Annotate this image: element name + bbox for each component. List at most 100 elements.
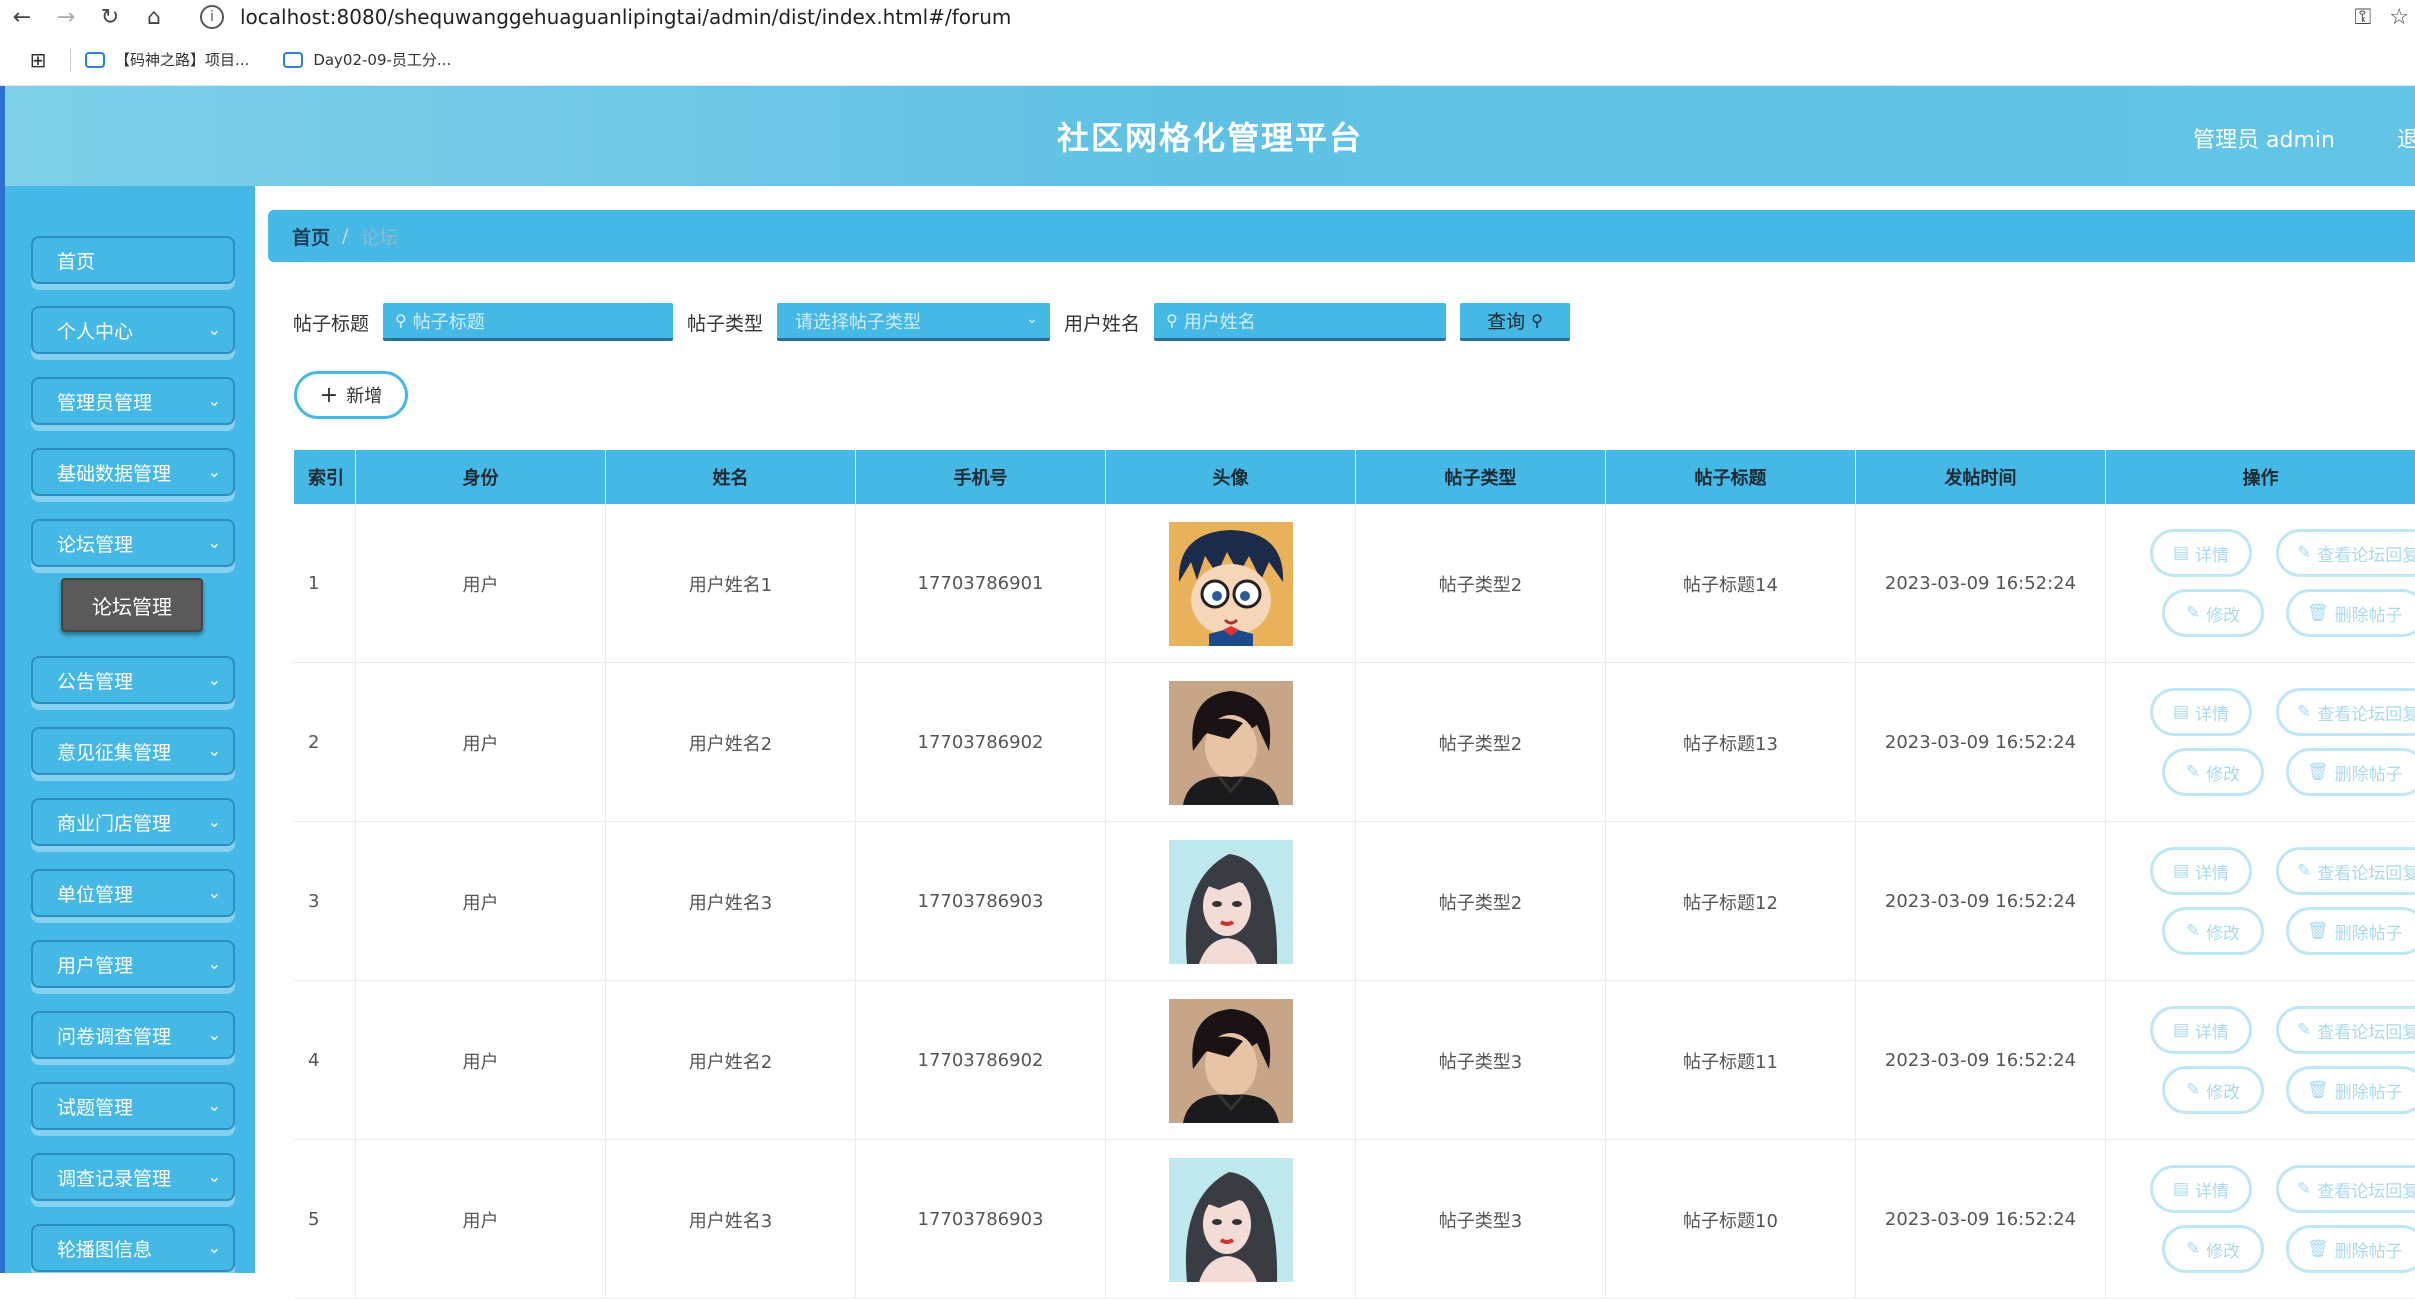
avatar-image — [1168, 521, 1293, 646]
avatar-image — [1168, 839, 1293, 964]
edit-button[interactable]: ✎ 修改 — [2162, 1225, 2264, 1273]
title-search-input[interactable]: ⚲ 帖子标题 — [383, 303, 674, 341]
cell-role: 用户 — [356, 981, 606, 1140]
cell-actions: ▤ 详情 ✎ 查看论坛回复 ✎ 修改 🗑 删除帖子 — [2106, 663, 2415, 822]
sidebar-item-home[interactable]: 首页 — [31, 236, 235, 284]
table-row: 4 用户 用户姓名2 17703786902 帖子类型3 帖子标题11 2023… — [294, 981, 2415, 1140]
detail-button-label: 详情 — [2195, 863, 2230, 884]
view-reply-button[interactable]: ✎ 查看论坛回复 — [2276, 1006, 2415, 1054]
key-icon[interactable]: ⚿ — [2355, 5, 2372, 30]
edit-icon: ✎ — [2297, 1179, 2312, 1199]
table-row: 5 用户 用户姓名3 17703786903 帖子类型3 帖子标题10 2023… — [294, 1140, 2415, 1299]
trash-icon: 🗑 — [2307, 1239, 2329, 1259]
sidebar-item-profile[interactable]: 个人中心 ⌄ — [31, 306, 235, 354]
apps-grid-icon[interactable]: ⊞ — [18, 48, 58, 72]
cell-title: 帖子标题10 — [1606, 1140, 1856, 1299]
cell-actions: ▤ 详情 ✎ 查看论坛回复 ✎ 修改 🗑 删除帖子 — [2106, 1140, 2415, 1299]
add-button[interactable]: + 新增 — [294, 371, 408, 419]
sidebar-item-label: 基础数据管理 — [57, 462, 172, 485]
sidebar-item-forum[interactable]: 论坛管理 ⌄ — [31, 519, 235, 567]
name-search-placeholder: 用户姓名 — [1183, 311, 1256, 333]
view-reply-button[interactable]: ✎ 查看论坛回复 — [2276, 847, 2415, 895]
sidebar-item-user[interactable]: 用户管理 ⌄ — [31, 940, 235, 988]
bookmark-item[interactable]: 【码神之路】项目... — [85, 49, 249, 70]
detail-button[interactable]: ▤ 详情 — [2150, 1006, 2252, 1054]
delete-button[interactable]: 🗑 删除帖子 — [2286, 589, 2415, 637]
star-icon[interactable]: ☆ — [2389, 5, 2409, 30]
sidebar-item-label: 意见征集管理 — [57, 741, 172, 764]
cell-title: 帖子标题11 — [1606, 981, 1856, 1140]
bookmark-item[interactable]: Day02-09-员工分... — [283, 49, 451, 70]
edit-button[interactable]: ✎ 修改 — [2162, 1066, 2264, 1114]
delete-button[interactable]: 🗑 删除帖子 — [2286, 748, 2415, 796]
cell-avatar — [1106, 822, 1356, 981]
sidebar-item-opinion[interactable]: 意见征集管理 ⌄ — [31, 727, 235, 775]
column-header-type: 帖子类型 — [1356, 450, 1606, 504]
delete-button[interactable]: 🗑 删除帖子 — [2286, 1225, 2415, 1273]
detail-button[interactable]: ▤ 详情 — [2150, 1165, 2252, 1213]
cell-role: 用户 — [356, 663, 606, 822]
title-search-placeholder: 帖子标题 — [412, 311, 485, 333]
search-form: 帖子标题 ⚲ 帖子标题 帖子类型 请选择帖子类型 ⌄ 用户姓名 ⚲ 用户姓名 查… — [293, 302, 1571, 342]
cell-phone: 17703786903 — [856, 1140, 1106, 1299]
document-icon: ▤ — [2172, 543, 2190, 563]
bilibili-icon — [85, 51, 105, 68]
sidebar-item-questions[interactable]: 试题管理 ⌄ — [31, 1082, 235, 1130]
delete-button-label: 删除帖子 — [2334, 923, 2403, 944]
chevron-down-icon: ⌄ — [207, 883, 221, 902]
cell-avatar — [1106, 981, 1356, 1140]
browser-toolbar: ← → ↻ ⌂ i localhost:8080/shequwanggehuag… — [0, 0, 2415, 34]
cell-phone: 17703786902 — [856, 663, 1106, 822]
query-button[interactable]: 查询 ⚲ — [1460, 303, 1571, 341]
view-reply-button[interactable]: ✎ 查看论坛回复 — [2276, 529, 2415, 577]
sidebar-item-store[interactable]: 商业门店管理 ⌄ — [31, 798, 235, 846]
cell-type: 帖子类型3 — [1356, 981, 1606, 1140]
sidebar-item-basic-data[interactable]: 基础数据管理 ⌄ — [31, 448, 235, 496]
edit-button-label: 修改 — [2206, 605, 2241, 626]
sidebar-item-notice[interactable]: 公告管理 ⌄ — [31, 656, 235, 704]
detail-button[interactable]: ▤ 详情 — [2150, 688, 2252, 736]
sidebar-item-carousel[interactable]: 轮播图信息 ⌄ — [31, 1224, 235, 1272]
submenu-forum-manage[interactable]: 论坛管理 — [61, 578, 203, 632]
cell-avatar — [1106, 663, 1356, 822]
delete-button[interactable]: 🗑 删除帖子 — [2286, 907, 2415, 955]
cell-type: 帖子类型2 — [1356, 822, 1606, 981]
edit-icon: ✎ — [2185, 1239, 2201, 1259]
chevron-down-icon: ⌄ — [207, 1167, 221, 1186]
edit-button[interactable]: ✎ 修改 — [2162, 589, 2264, 637]
submenu-label: 论坛管理 — [92, 594, 172, 619]
delete-button-label: 删除帖子 — [2334, 605, 2403, 626]
type-select[interactable]: 请选择帖子类型 ⌄ — [777, 303, 1051, 341]
edit-button[interactable]: ✎ 修改 — [2162, 748, 2264, 796]
back-icon[interactable]: ← — [0, 0, 44, 34]
home-icon[interactable]: ⌂ — [132, 0, 176, 34]
cell-title: 帖子标题12 — [1606, 822, 1856, 981]
detail-button[interactable]: ▤ 详情 — [2150, 847, 2252, 895]
logout-link[interactable]: 退 — [2397, 122, 2415, 154]
edit-button-label: 修改 — [2206, 1082, 2241, 1103]
breadcrumb-home[interactable]: 首页 — [292, 223, 330, 250]
column-header-phone: 手机号 — [856, 450, 1106, 504]
view-reply-button-label: 查看论坛回复 — [2317, 1022, 2415, 1043]
detail-button[interactable]: ▤ 详情 — [2150, 529, 2252, 577]
avatar-image — [1168, 680, 1293, 805]
sidebar-item-unit[interactable]: 单位管理 ⌄ — [31, 869, 235, 917]
view-reply-button[interactable]: ✎ 查看论坛回复 — [2276, 1165, 2415, 1213]
reload-icon[interactable]: ↻ — [88, 0, 132, 34]
cell-time: 2023-03-09 16:52:24 — [1856, 822, 2106, 981]
sidebar-item-label: 问卷调查管理 — [57, 1025, 172, 1048]
sidebar-item-survey[interactable]: 问卷调查管理 ⌄ — [31, 1011, 235, 1059]
url-text: localhost:8080/shequwanggehuaguanlipingt… — [240, 5, 1012, 29]
forward-icon[interactable]: → — [44, 0, 88, 34]
edit-button[interactable]: ✎ 修改 — [2162, 907, 2264, 955]
edit-icon: ✎ — [2297, 543, 2312, 563]
site-info-icon[interactable]: i — [200, 5, 224, 29]
address-bar[interactable]: i localhost:8080/shequwanggehuaguanlipin… — [200, 1, 2300, 33]
avatar-image — [1168, 998, 1293, 1123]
name-search-input[interactable]: ⚲ 用户姓名 — [1154, 303, 1447, 341]
delete-button[interactable]: 🗑 删除帖子 — [2286, 1066, 2415, 1114]
sidebar-item-admin[interactable]: 管理员管理 ⌄ — [31, 377, 235, 425]
view-reply-button[interactable]: ✎ 查看论坛回复 — [2276, 688, 2415, 736]
document-icon: ▤ — [2172, 861, 2190, 881]
sidebar-item-survey-records[interactable]: 调查记录管理 ⌄ — [31, 1153, 235, 1201]
